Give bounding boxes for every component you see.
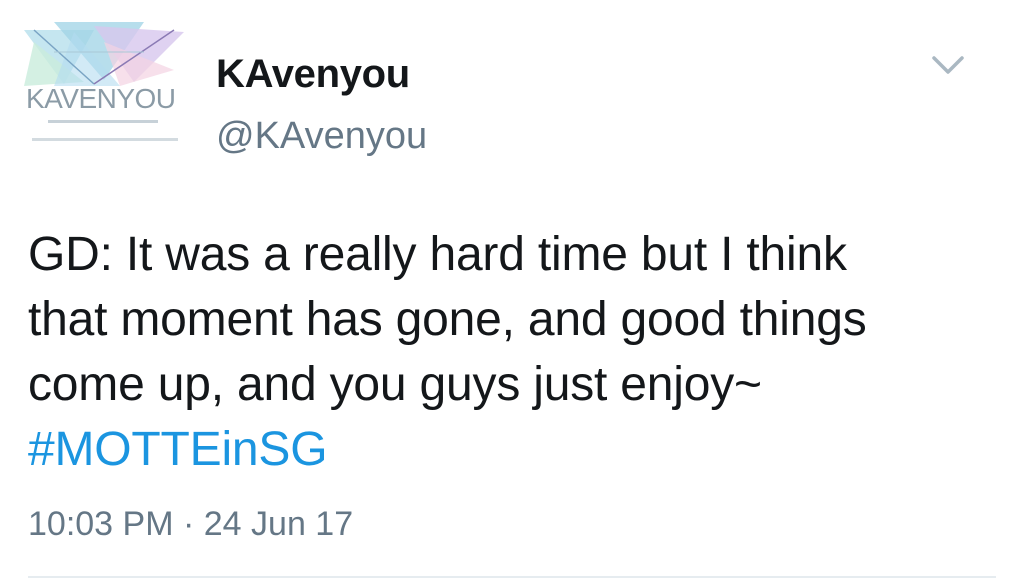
tweet-time: 10:03 PM xyxy=(28,505,174,543)
tweet-text-line: GD: It was a really hard time but I thin… xyxy=(28,228,847,281)
tweet-timestamp[interactable]: 10:03 PM · 24 Jun 17 xyxy=(28,502,353,546)
meta-separator: · xyxy=(182,505,195,543)
svg-text:KAVENYOU: KAVENYOU xyxy=(26,83,176,114)
tweet-card: KAVENYOU KAvenyou @KAvenyou GD: It was a… xyxy=(0,0,1024,586)
chevron-down-icon[interactable] xyxy=(928,50,968,78)
avatar[interactable]: KAVENYOU xyxy=(24,22,184,162)
tweet-text: GD: It was a really hard time but I thin… xyxy=(28,222,1008,482)
kavenyou-logo-icon: KAVENYOU xyxy=(24,22,184,162)
tweet-text-line: come up, and you guys just enjoy~ xyxy=(28,358,762,411)
divider xyxy=(28,576,996,578)
hashtag-link[interactable]: #MOTTEinSG xyxy=(28,423,328,476)
display-name[interactable]: KAvenyou xyxy=(216,50,410,98)
tweet-date: 24 Jun 17 xyxy=(203,505,354,543)
user-handle[interactable]: @KAvenyou xyxy=(216,113,427,159)
tweet-text-line: that moment has gone, and good things xyxy=(28,293,867,346)
